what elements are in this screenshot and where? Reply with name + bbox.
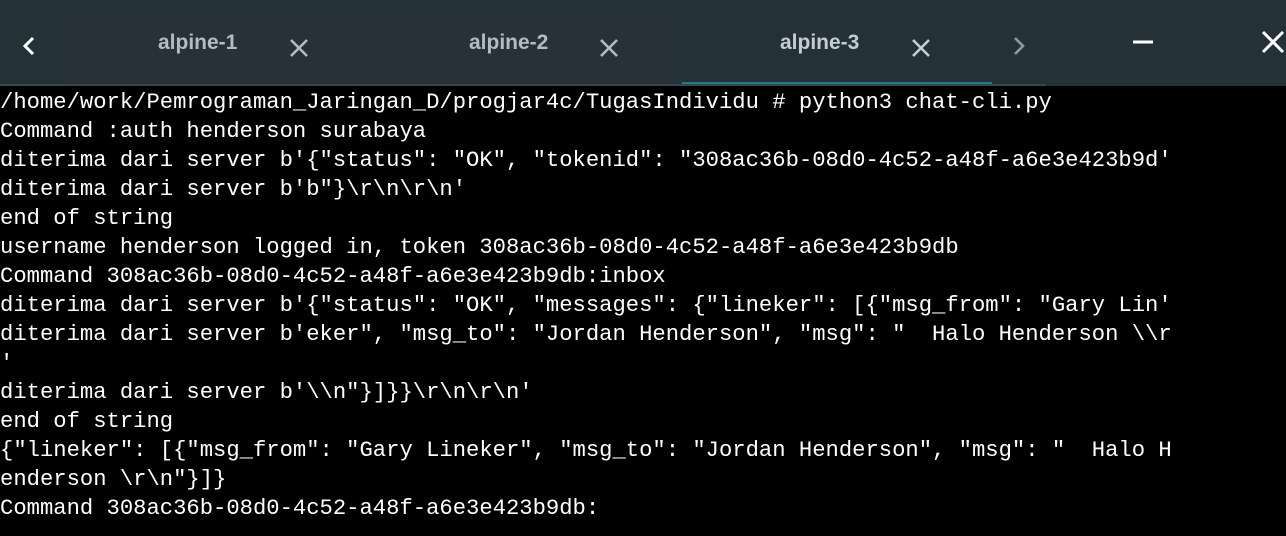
terminal-line: diterima dari server b'b"}\r\n\r\n' (0, 177, 467, 202)
tab-alpine-3[interactable]: alpine-3 (682, 8, 992, 86)
tab-label: alpine-3 (780, 31, 860, 54)
terminal-line: diterima dari server b'{"status": "OK", … (0, 293, 1172, 318)
tab-alpine-2[interactable]: alpine-2 (372, 8, 682, 84)
terminal-line: diterima dari server b'{"status": "OK", … (0, 148, 1172, 173)
terminal-line: end of string (0, 409, 174, 434)
chevron-right-icon (1014, 37, 1025, 55)
terminal-prompt[interactable]: Command 308ac36b-08d0-4c52-a48f-a6e3e423… (0, 494, 1286, 523)
tab-alpine-1[interactable]: alpine-1 (60, 8, 370, 84)
terminal-line: end of string (0, 206, 174, 231)
tab-scroll-right-button[interactable] (992, 8, 1046, 84)
terminal-line: username henderson logged in, token 308a… (0, 235, 959, 260)
terminal-line: Command 308ac36b-08d0-4c52-a48f-a6e3e423… (0, 264, 666, 289)
close-icon[interactable] (598, 37, 620, 59)
terminal-line: ' (0, 351, 14, 376)
close-window-button[interactable] (1243, 12, 1286, 72)
terminal-output[interactable]: /home/work/Pemrograman_Jaringan_D/progja… (0, 88, 1286, 536)
terminal-line: diterima dari server b'eker", "msg_to": … (0, 322, 1172, 347)
terminal-line: /home/work/Pemrograman_Jaringan_D/progja… (0, 90, 1052, 115)
terminal-line: Command :auth henderson surabaya (0, 119, 427, 144)
close-icon[interactable] (288, 37, 310, 59)
close-icon (1261, 30, 1285, 54)
tab-label: alpine-2 (469, 31, 549, 54)
minimize-icon (1133, 40, 1153, 44)
terminal-line: enderson \r\n"}]} (0, 467, 227, 492)
tab-bar-divider (0, 84, 1046, 86)
terminal-window: alpine-1 alpine-2 alpine-3 /home/work/Pe… (0, 0, 1286, 536)
close-icon[interactable] (910, 37, 932, 59)
chevron-left-icon (22, 36, 35, 56)
tab-bar: alpine-1 alpine-2 alpine-3 (0, 0, 1286, 86)
terminal-line: {"lineker": [{"msg_from": "Gary Lineker"… (0, 438, 1172, 463)
terminal-line: diterima dari server b'\\n"}]}}\r\n\r\n' (0, 380, 533, 405)
tab-label: alpine-1 (158, 31, 238, 54)
tab-scroll-left-button[interactable] (0, 8, 58, 84)
minimize-button[interactable] (1113, 12, 1173, 72)
